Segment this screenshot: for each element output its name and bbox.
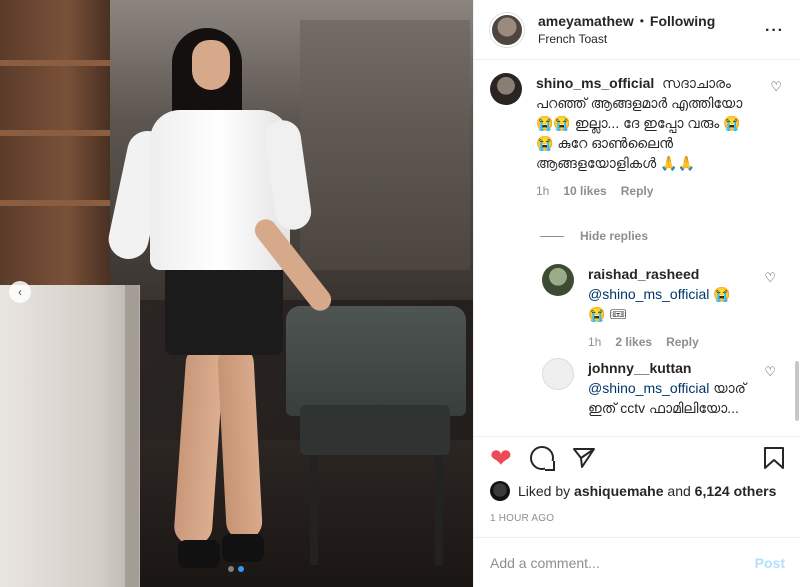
photo-cabinet-edge [125,285,139,587]
header-text: ameyamathew • Following French Toast [538,13,715,46]
reply-likes[interactable]: 2 likes [615,332,652,352]
profile-avatar[interactable] [490,12,524,47]
liker-username[interactable]: ashiquemahe [574,483,663,499]
comment-icon[interactable] [529,446,555,471]
comment-meta: 1h 10 likes Reply [536,181,746,201]
reply-button[interactable]: Reply [666,332,699,352]
instagram-post: ‹ ameyamathew • Following French Toast ·… [0,0,800,587]
comment-time[interactable]: 1h [536,181,549,201]
heart-outline-icon[interactable]: ♡ [764,268,776,288]
add-comment-bar: Post [474,537,800,587]
carousel-prev-button[interactable]: ‹ [9,281,31,303]
reply-button[interactable]: Reply [621,181,654,201]
post-photo[interactable]: ‹ [0,0,473,587]
reply-meta: 1h 2 likes Reply [588,332,748,352]
reply-username[interactable]: raishad_rasheed [588,264,744,284]
photo-person-face [192,40,230,90]
liker-avatar[interactable] [490,481,510,501]
comment-likes[interactable]: 10 likes [563,181,606,201]
comment-item: shino_ms_official സദാചാരം പറഞ്ഞ് ആങ്ങളമാ… [490,73,782,201]
reply-time[interactable]: 1h [588,332,601,352]
post-timestamp[interactable]: 1 HOUR AGO [490,513,785,524]
divider [540,235,564,237]
likes-text: Liked by ashiquemahe and 6,124 others [518,483,776,499]
photo-person-shoe [222,534,264,562]
reply-body: johnny__kuttan @shino_ms_official യാര് ഇ… [588,358,776,418]
chevron-left-icon: ‹ [18,285,22,299]
likes-summary: Liked by ashiquemahe and 6,124 others [490,479,785,503]
likes-prefix: Liked by [518,483,571,499]
user-avatar-icon[interactable] [542,264,574,296]
header-separator: • [639,14,644,28]
photo-shelf-board [0,200,110,206]
heart-outline-icon[interactable]: ♡ [764,362,776,382]
photo-cabinet [0,285,140,587]
like-heart-icon[interactable]: ❤ [490,445,512,471]
user-avatar-icon[interactable] [490,73,522,105]
photo-chair-back [286,306,466,416]
photo-shelf-board [0,130,110,136]
photo-person-shorts [165,255,283,355]
default-avatar-icon[interactable] [542,358,574,390]
photo-chair-leg [435,455,443,565]
hide-replies-button[interactable]: Hide replies [540,229,648,243]
post-comment-button[interactable]: Post [755,555,785,571]
header-row: ameyamathew • Following [538,13,715,29]
carousel-dots [228,566,244,572]
hide-replies-label: Hide replies [580,229,649,243]
heart-outline-icon[interactable]: ♡ [770,77,782,97]
comments-list[interactable]: shino_ms_official സദാചാരം പറഞ്ഞ് ആങ്ങളമാ… [474,61,800,435]
reply-username[interactable]: johnny__kuttan [588,358,744,378]
bookmark-icon[interactable] [763,446,785,470]
post-actions: ❤ Liked by ashiquemahe and 6,124 others [474,436,800,524]
photo-shelf-board [0,60,110,66]
post-header: ameyamathew • Following French Toast ··· [474,0,800,60]
photo-shelf-right [300,20,470,270]
carousel-dot[interactable] [228,566,234,572]
author-username[interactable]: ameyamathew [538,13,634,29]
mention-link[interactable]: @shino_ms_official [588,380,709,396]
action-icons-row: ❤ [490,437,785,479]
more-options-icon[interactable]: ··· [765,22,784,40]
comments-scrollbar[interactable] [795,361,799,421]
likes-connector: and [667,483,691,499]
comment-username[interactable]: shino_ms_official [536,75,654,91]
comment-body: shino_ms_official സദാചാരം പറഞ്ഞ് ആങ്ങളമാ… [536,73,782,201]
post-side-panel: ameyamathew • Following French Toast ···… [473,0,800,587]
post-location[interactable]: French Toast [538,32,715,46]
share-icon[interactable] [572,446,596,470]
reply-item: raishad_rasheed @shino_ms_official 😭😭 🎟 … [542,264,776,352]
photo-chair-seat [300,405,450,455]
comment-input[interactable] [490,554,755,571]
photo-bookshelf [0,0,110,290]
reply-item: johnny__kuttan @shino_ms_official യാര് ഇ… [542,358,776,418]
photo-person-shoe [178,540,220,568]
reply-body: raishad_rasheed @shino_ms_official 😭😭 🎟 … [588,264,776,352]
likes-others-count[interactable]: 6,124 others [695,483,777,499]
following-button[interactable]: Following [650,13,715,29]
mention-link[interactable]: @shino_ms_official [588,286,709,302]
carousel-dot-active[interactable] [238,566,244,572]
photo-chair-leg [310,455,318,565]
